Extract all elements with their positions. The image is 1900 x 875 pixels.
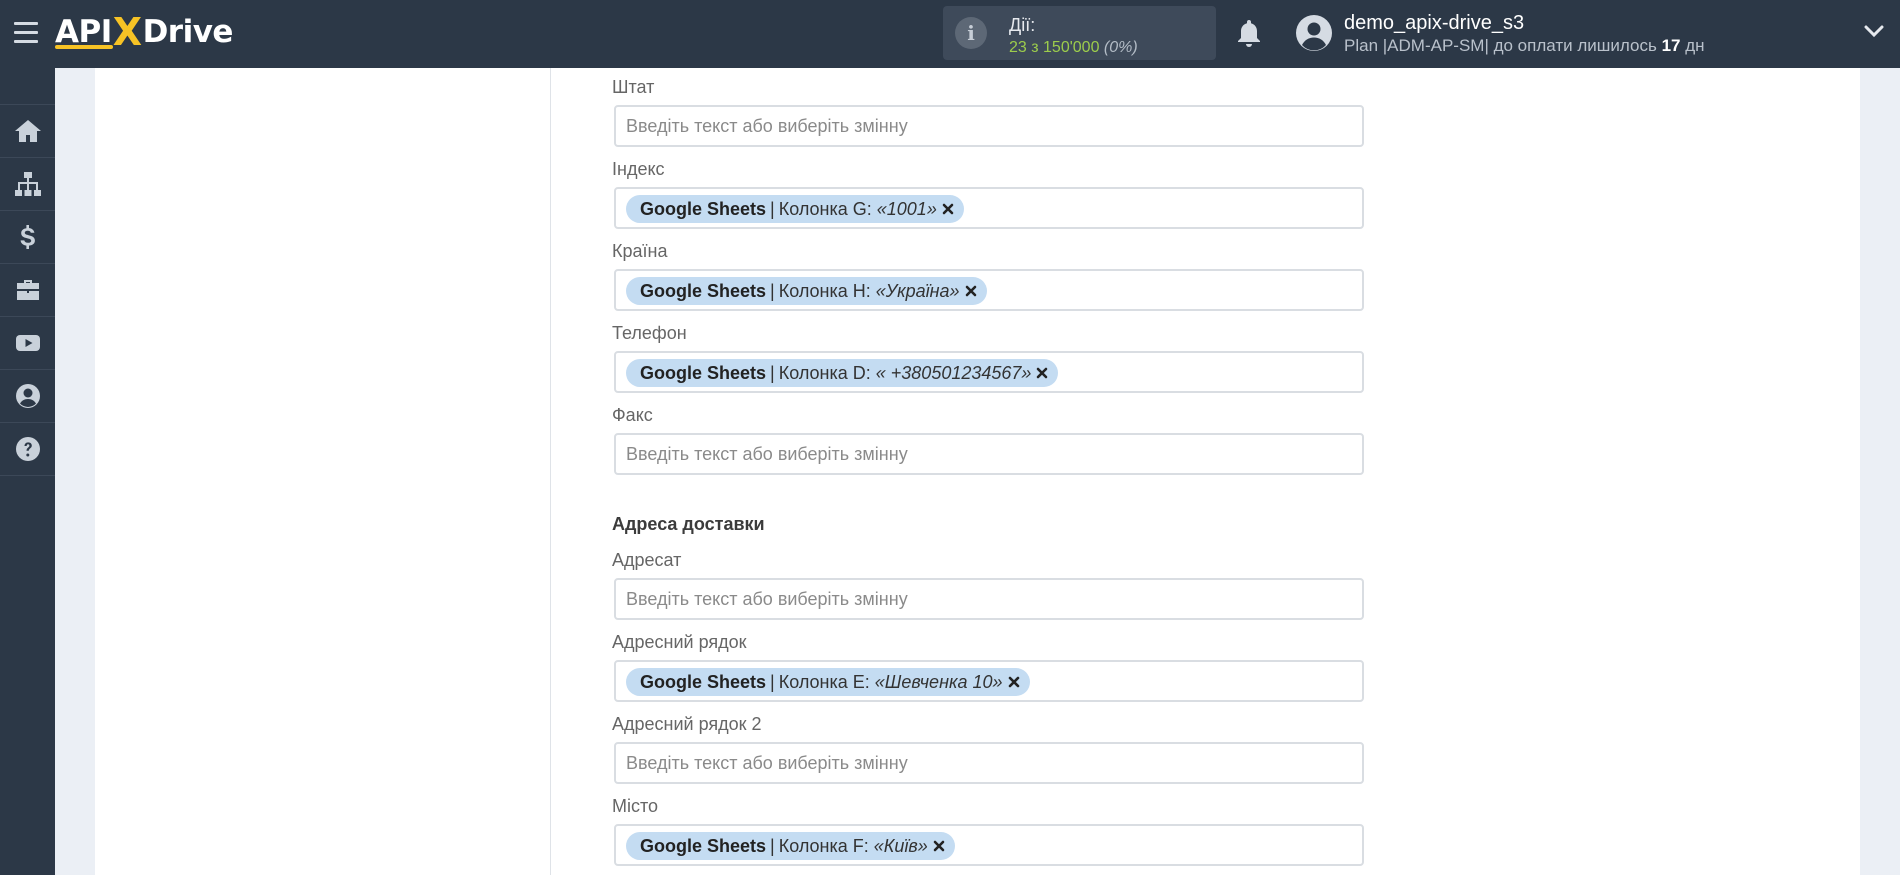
zip-input[interactable]: Google Sheets | Колонка G: «1001» <box>614 187 1364 229</box>
remove-tag-icon[interactable] <box>1008 676 1020 688</box>
field-label-address-line: Адресний рядок <box>612 632 747 652</box>
tag-value: «Україна» <box>875 280 960 301</box>
fax-placeholder: Введіть текст або виберіть змінну <box>626 444 908 464</box>
variable-tag[interactable]: Google Sheets | Колонка H: «Україна» <box>626 277 987 305</box>
tag-value: «Київ» <box>873 835 928 856</box>
tag-separator: | <box>770 280 775 301</box>
info-icon: i <box>955 17 987 49</box>
field-label-address-line-2: Адресний рядок 2 <box>612 714 762 734</box>
variable-tag[interactable]: Google Sheets | Колонка G: «1001» <box>626 195 964 223</box>
tag-source: Google Sheets <box>640 280 767 301</box>
variable-tag[interactable]: Google Sheets | Колонка D: « +380501234567» <box>626 359 1059 387</box>
hamburger-menu-icon[interactable] <box>14 22 38 44</box>
question-circle-icon <box>15 437 40 461</box>
tag-source: Google Sheets <box>640 362 767 383</box>
sidebar-item-billing[interactable] <box>0 211 55 264</box>
address-line-2-input[interactable]: Введіть текст або виберіть змінну <box>614 742 1364 784</box>
sidebar-item-videos[interactable] <box>0 317 55 370</box>
sidebar-item-connections[interactable] <box>0 158 55 211</box>
dollar-icon <box>20 225 35 249</box>
actions-counter[interactable]: i Дії: 23 з 150'000 (0%) <box>943 6 1216 60</box>
field-label-phone: Телефон <box>612 323 687 343</box>
logo-text-x: X <box>112 10 142 54</box>
remove-tag-icon[interactable] <box>942 203 954 215</box>
plan-days: 17 <box>1661 36 1681 55</box>
left-column <box>95 68 551 875</box>
sidebar-item-profile[interactable] <box>0 370 55 423</box>
recipient-input[interactable]: Введіть текст або виберіть змінну <box>614 578 1364 620</box>
address-line-2-placeholder: Введіть текст або виберіть змінну <box>626 753 908 773</box>
remove-tag-icon[interactable] <box>933 840 945 852</box>
tag-value: «Шевченка 10» <box>874 671 1003 692</box>
briefcase-icon <box>16 280 39 300</box>
actions-count-value: 23 з 150'000 <box>1009 39 1100 56</box>
actions-count: 23 з 150'000 (0%) <box>1009 39 1138 57</box>
city-input[interactable]: Google Sheets | Колонка F: «Київ» <box>614 824 1364 866</box>
sitemap-icon <box>14 172 41 196</box>
user-avatar-icon[interactable] <box>1295 14 1333 52</box>
phone-input[interactable]: Google Sheets | Колонка D: « +380501234567» <box>614 351 1364 393</box>
plan-prefix: Plan |ADM-AP-SM| до оплати лишилось <box>1344 36 1657 55</box>
tag-source: Google Sheets <box>640 198 767 219</box>
field-label-fax: Факс <box>612 405 653 425</box>
remove-tag-icon[interactable] <box>965 285 977 297</box>
tag-value: «1001» <box>876 198 937 219</box>
home-icon <box>14 120 41 142</box>
plan-info: Plan |ADM-AP-SM| до оплати лишилось 17 д… <box>1344 36 1705 56</box>
user-name[interactable]: demo_apix-drive_s3 <box>1344 12 1524 35</box>
recipient-placeholder: Введіть текст або виберіть змінну <box>626 589 908 609</box>
tag-separator: | <box>770 835 775 856</box>
sidebar <box>0 68 55 875</box>
state-input[interactable]: Введіть текст або виберіть змінну <box>614 105 1364 147</box>
user-circle-icon <box>15 384 40 408</box>
chevron-down-icon[interactable] <box>1864 24 1884 38</box>
field-label-state: Штат <box>612 77 655 97</box>
tag-separator: | <box>770 362 775 383</box>
state-placeholder: Введіть текст або виберіть змінну <box>626 116 908 136</box>
field-label-city: Місто <box>612 796 659 816</box>
logo-text-drive: Drive <box>142 14 234 50</box>
actions-percent: (0%) <box>1103 39 1138 56</box>
sidebar-item-home[interactable] <box>0 104 55 158</box>
sidebar-item-services[interactable] <box>0 264 55 317</box>
tag-source: Google Sheets <box>640 835 767 856</box>
tag-column: Колонка H: <box>778 280 871 301</box>
actions-label: Дії: <box>1009 15 1036 35</box>
bell-icon[interactable] <box>1236 18 1262 48</box>
field-label-zip: Індекс <box>612 159 665 179</box>
youtube-icon <box>15 335 40 351</box>
country-input[interactable]: Google Sheets | Колонка H: «Україна» <box>614 269 1364 311</box>
apix-drive-logo[interactable]: API X Drive <box>55 10 233 54</box>
tag-source: Google Sheets <box>640 671 767 692</box>
plan-days-suffix: дн <box>1685 36 1705 55</box>
top-bar: API X Drive i Дії: 23 з 150'000 (0%) demo_… <box>0 0 1900 68</box>
tag-value: « +380501234567» <box>875 362 1032 383</box>
tag-separator: | <box>770 671 775 692</box>
variable-tag[interactable]: Google Sheets | Колонка F: «Київ» <box>626 832 955 860</box>
tag-column: Колонка D: <box>778 362 871 383</box>
field-label-recipient: Адресат <box>612 550 682 570</box>
fax-input[interactable]: Введіть текст або виберіть змінну <box>614 433 1364 475</box>
tag-column: Колонка G: <box>778 198 872 219</box>
sidebar-item-help[interactable] <box>0 423 55 476</box>
field-label-country: Країна <box>612 241 668 261</box>
variable-tag[interactable]: Google Sheets | Колонка E: «Шевченка 10» <box>626 668 1030 696</box>
tag-separator: | <box>770 198 775 219</box>
tag-column: Колонка F: <box>778 835 869 856</box>
section-title-delivery-address: Адреса доставки <box>612 514 765 534</box>
remove-tag-icon[interactable] <box>1036 367 1048 379</box>
address-line-input[interactable]: Google Sheets | Колонка E: «Шевченка 10» <box>614 660 1364 702</box>
tag-column: Колонка E: <box>778 671 870 692</box>
logo-underline <box>55 45 113 49</box>
